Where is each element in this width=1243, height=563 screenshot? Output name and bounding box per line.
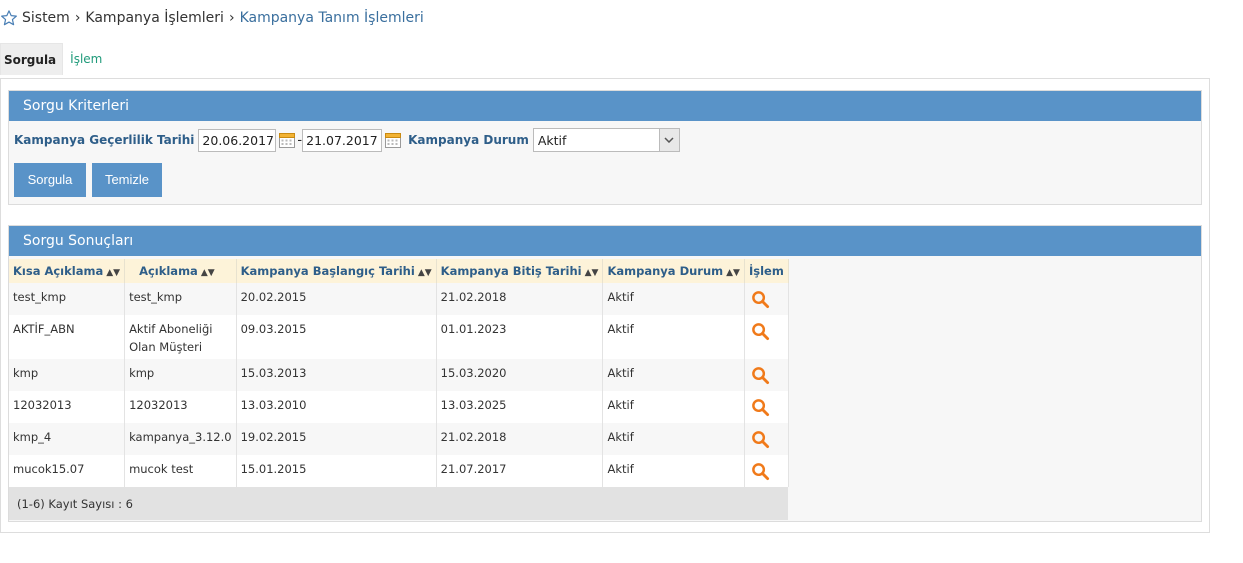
cell-status: Aktif — [602, 315, 745, 359]
magnifier-icon[interactable] — [751, 430, 770, 449]
tab-bar: Sorgula İşlem — [0, 43, 108, 75]
cell-start-date: 15.01.2015 — [236, 455, 437, 487]
criteria-row: Kampanya Geçerlilik Tarihi 20.06.2017 - … — [14, 128, 680, 152]
cell-start-date: 20.02.2015 — [236, 283, 437, 315]
cell-start-date: 09.03.2015 — [236, 315, 437, 359]
status-label: Kampanya Durum — [408, 133, 529, 147]
cell-start-date: 19.02.2015 — [236, 423, 437, 455]
cell-end-date: 01.01.2023 — [436, 315, 604, 359]
cell-status: Aktif — [602, 283, 745, 315]
chevron-down-icon[interactable] — [658, 129, 679, 151]
cell-status: Aktif — [602, 423, 745, 455]
breadcrumb-item-current: Kampanya Tanım İşlemleri — [239, 10, 424, 26]
table-row: mucok15.07 mucok test 15.01.2015 21.07.2… — [9, 455, 789, 487]
cell-action — [744, 283, 789, 315]
cell-desc: mucok test — [124, 455, 237, 487]
cell-desc: kmp — [124, 359, 237, 391]
cell-status: Aktif — [602, 391, 745, 423]
cell-desc: kampanya_3.12.0 — [124, 423, 237, 455]
table-header-row: Kısa Açıklama ▲▼ Açıklama ▲▼ Kampanya Başl… — [9, 259, 789, 283]
cell-short-desc: test_kmp — [9, 283, 126, 315]
table-row: kmp_4 kampanya_3.12.0 19.02.2015 21.02.2… — [9, 423, 789, 455]
sort-icon[interactable]: ▲▼ — [726, 268, 740, 278]
date-range-label: Kampanya Geçerlilik Tarihi — [14, 133, 195, 147]
results-table: Kısa Açıklama ▲▼ Açıklama ▲▼ Kampanya Başl… — [9, 259, 789, 520]
magnifier-icon[interactable] — [751, 366, 770, 385]
cell-desc: 12032013 — [124, 391, 237, 423]
cell-end-date: 13.03.2025 — [436, 391, 604, 423]
cell-desc: Aktif Aboneliği Olan Müşteri — [124, 315, 237, 359]
magnifier-icon[interactable] — [751, 290, 770, 309]
breadcrumb-separator: › — [228, 10, 235, 26]
calendar-icon[interactable] — [384, 131, 402, 149]
magnifier-icon[interactable] — [751, 322, 770, 341]
column-header-short-desc[interactable]: Kısa Açıklama ▲▼ — [9, 259, 126, 283]
breadcrumb-item-kampanya-islemleri[interactable]: Kampanya İşlemleri — [85, 10, 224, 26]
cell-desc: test_kmp — [124, 283, 237, 315]
cell-action — [744, 315, 789, 359]
column-header-desc[interactable]: Açıklama ▲▼ — [124, 259, 237, 283]
results-panel: Sorgu Sonuçları Kısa Açıklama ▲▼ Açıklama… — [8, 225, 1202, 522]
content-container: Sorgu Kriterleri Kampanya Geçerlilik Tar… — [0, 78, 1210, 533]
table-row: 12032013 12032013 13.03.2010 13.03.2025 … — [9, 391, 789, 423]
breadcrumb-item-sistem[interactable]: Sistem — [22, 10, 70, 26]
tab-islem[interactable]: İşlem — [63, 43, 108, 75]
end-date-input[interactable]: 21.07.2017 — [302, 128, 383, 152]
table-row: AKTİF_ABN Aktif Aboneliği Olan Müşteri 0… — [9, 315, 789, 359]
results-panel-title: Sorgu Sonuçları — [9, 226, 1201, 256]
cell-status: Aktif — [602, 455, 745, 487]
cell-end-date: 21.07.2017 — [436, 455, 604, 487]
column-header-start-date[interactable]: Kampanya Başlangıç Tarihi ▲▼ — [236, 259, 437, 283]
cell-end-date: 15.03.2020 — [436, 359, 604, 391]
cell-short-desc: AKTİF_ABN — [9, 315, 126, 359]
sort-icon[interactable]: ▲▼ — [201, 268, 215, 278]
cell-action — [744, 423, 789, 455]
record-count: (1-6) Kayıt Sayısı : 6 — [9, 487, 789, 520]
query-button[interactable]: Sorgula — [14, 163, 86, 197]
tab-sorgula[interactable]: Sorgula — [0, 43, 64, 75]
column-header-status[interactable]: Kampanya Durum ▲▼ — [602, 259, 745, 283]
cell-short-desc: mucok15.07 — [9, 455, 126, 487]
cell-action — [744, 359, 789, 391]
cell-start-date: 13.03.2010 — [236, 391, 437, 423]
clear-button[interactable]: Temizle — [92, 163, 162, 197]
status-select-value: Aktif — [537, 132, 567, 148]
table-row: test_kmp test_kmp 20.02.2015 21.02.2018 … — [9, 283, 789, 315]
cell-end-date: 21.02.2018 — [436, 423, 604, 455]
status-select[interactable]: Aktif — [532, 128, 680, 152]
breadcrumb-separator: › — [74, 10, 81, 26]
breadcrumb: Sistem › Kampanya İşlemleri › Kampanya T… — [0, 8, 424, 28]
cell-short-desc: 12032013 — [9, 391, 126, 423]
cell-status: Aktif — [602, 359, 745, 391]
table-row: kmp kmp 15.03.2013 15.03.2020 Aktif — [9, 359, 789, 391]
cell-action — [744, 391, 789, 423]
magnifier-icon[interactable] — [751, 462, 770, 481]
table-footer: (1-6) Kayıt Sayısı : 6 — [9, 487, 789, 520]
sort-icon[interactable]: ▲▼ — [106, 268, 120, 278]
start-date-input[interactable]: 20.06.2017 — [198, 128, 277, 152]
cell-action — [744, 455, 789, 487]
calendar-icon[interactable] — [278, 131, 296, 149]
cell-short-desc: kmp_4 — [9, 423, 126, 455]
criteria-panel: Sorgu Kriterleri Kampanya Geçerlilik Tar… — [8, 90, 1202, 205]
column-header-end-date[interactable]: Kampanya Bitiş Tarihi ▲▼ — [436, 259, 604, 283]
cell-start-date: 15.03.2013 — [236, 359, 437, 391]
cell-short-desc: kmp — [9, 359, 126, 391]
favorite-star-icon[interactable] — [0, 9, 18, 27]
cell-end-date: 21.02.2018 — [436, 283, 604, 315]
criteria-panel-title: Sorgu Kriterleri — [9, 91, 1201, 121]
sort-icon[interactable]: ▲▼ — [585, 268, 599, 278]
column-header-action: İşlem — [744, 259, 789, 283]
sort-icon[interactable]: ▲▼ — [418, 268, 432, 278]
magnifier-icon[interactable] — [751, 398, 770, 417]
